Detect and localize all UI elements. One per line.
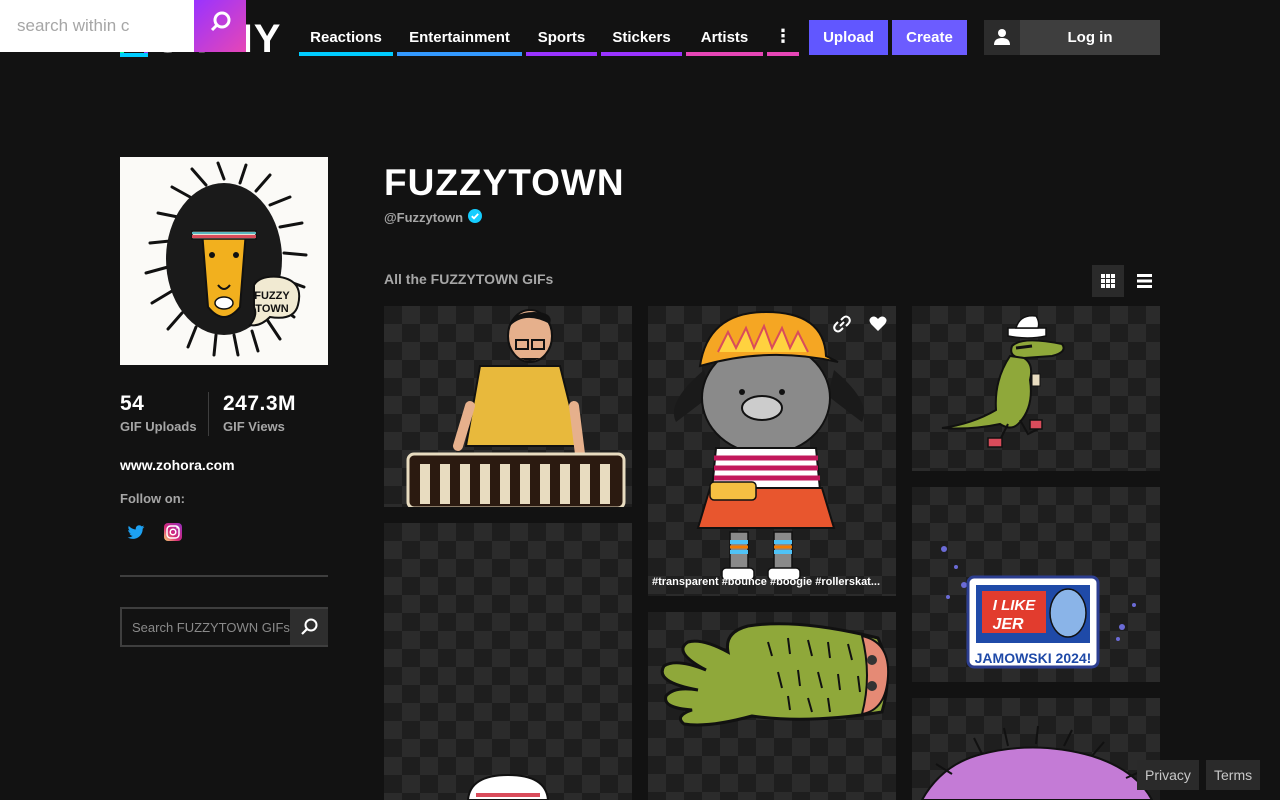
channel-search-button[interactable] — [290, 609, 328, 645]
gif-tile[interactable] — [384, 523, 632, 800]
gif-i-like-jer-sign: I LIKE JER JAMOWSKI 2024! — [941, 546, 1136, 669]
user-icon — [984, 20, 1020, 55]
gif-tile[interactable]: I LIKE JER JAMOWSKI 2024! — [912, 487, 1160, 682]
overlay-search-input[interactable]: search within c — [0, 0, 194, 52]
svg-text:TOWN: TOWN — [255, 303, 288, 315]
channel-handle: @Fuzzytown — [384, 209, 483, 226]
follow-on-label: Follow on: — [120, 491, 185, 506]
grid-view-icon[interactable] — [1092, 265, 1124, 297]
upload-button[interactable]: Upload — [809, 20, 888, 55]
sign-line-2: JER — [992, 616, 1024, 633]
main-nav: Reactions Entertainment Sports Stickers … — [299, 20, 803, 56]
gif-tile[interactable] — [912, 698, 1160, 800]
channel-search-input[interactable] — [122, 609, 290, 645]
favorite-heart-icon[interactable] — [868, 314, 888, 334]
create-button[interactable]: Create — [892, 20, 967, 55]
gif-tile[interactable] — [648, 612, 896, 800]
stat-uploads: 54 GIF Uploads — [120, 392, 208, 436]
sign-line-1: I LIKE — [993, 597, 1036, 614]
nav-artists[interactable]: Artists — [686, 20, 763, 56]
search-icon — [210, 11, 231, 32]
terms-link[interactable]: Terms — [1206, 760, 1261, 790]
gif-tags: #transparent #bounce #boogie #rollerskat… — [652, 576, 881, 588]
overlay-search-button[interactable] — [194, 0, 246, 52]
gif-cowboy-dinosaur — [941, 315, 1065, 448]
svg-text:FUZZY: FUZZY — [254, 290, 290, 302]
channel-handle-text: @Fuzzytown — [384, 210, 464, 225]
gif-tile[interactable] — [384, 306, 632, 507]
gif-empty — [466, 773, 550, 800]
stat-views-label: GIF Views — [223, 419, 285, 434]
stat-uploads-value: 54 — [120, 392, 145, 415]
nav-sports[interactable]: Sports — [526, 20, 597, 56]
login-button[interactable]: Log in — [984, 20, 1160, 55]
sidebar-divider — [120, 575, 328, 577]
stat-views-value: 247.3M — [223, 392, 297, 415]
site-header: GIPHY search within c Reactions Entertai… — [0, 0, 1280, 70]
privacy-link[interactable]: Privacy — [1137, 760, 1199, 790]
search-icon — [301, 618, 318, 635]
twitter-icon[interactable] — [126, 522, 146, 547]
social-links — [126, 522, 182, 547]
nav-entertainment[interactable]: Entertainment — [397, 20, 522, 56]
stat-uploads-label: GIF Uploads — [120, 419, 197, 434]
channel-title: FUZZYTOWN — [384, 162, 625, 203]
channel-website-link[interactable]: www.zohora.com — [120, 457, 235, 473]
verified-badge-icon — [468, 209, 483, 226]
copy-link-icon[interactable] — [832, 314, 852, 334]
nav-reactions[interactable]: Reactions — [299, 20, 393, 56]
channel-avatar: FUZZY TOWN — [120, 157, 328, 365]
list-view-icon[interactable] — [1128, 265, 1160, 297]
more-menu-icon[interactable]: ⋮ — [767, 20, 799, 56]
stat-views: 247.3M GIF Views — [223, 392, 296, 436]
nav-stickers[interactable]: Stickers — [601, 20, 682, 56]
gif-hand-sleeve — [660, 622, 890, 727]
gif-purple-blob — [920, 725, 1154, 800]
sign-line-3: JAMOWSKI 2024! — [975, 650, 1092, 666]
channel-search — [120, 607, 328, 647]
channel-stats: 54 GIF Uploads 247.3M GIF Views — [120, 392, 296, 436]
instagram-icon[interactable] — [164, 522, 182, 547]
gif-tile[interactable]: #transparent #bounce #boogie #rollerskat… — [648, 306, 896, 596]
section-label: All the FUZZYTOWN GIFs — [384, 271, 554, 287]
gif-rollerskate-dog — [673, 310, 865, 581]
gif-xylophone-man — [406, 309, 626, 507]
stat-divider — [208, 392, 209, 436]
gif-tile[interactable] — [912, 306, 1160, 471]
login-label: Log in — [1067, 29, 1113, 46]
